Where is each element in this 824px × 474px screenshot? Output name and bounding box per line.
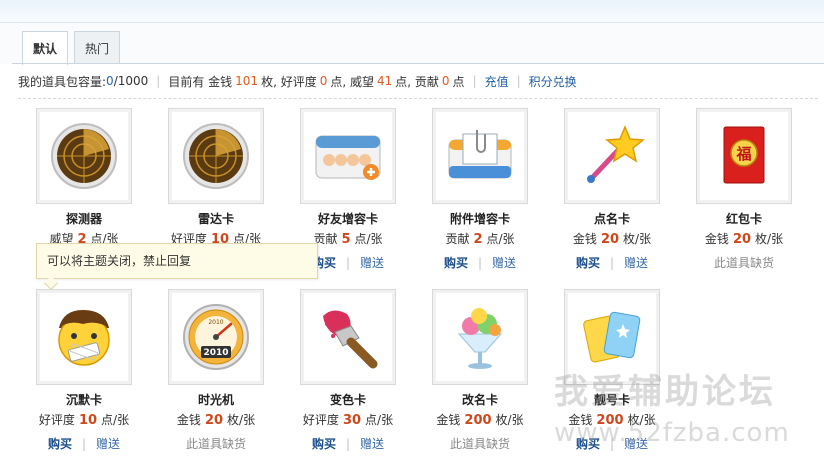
item-card: 变色卡 好评度 30 点/张 购买 | 赠送 — [284, 289, 404, 469]
item-price: 贡献 2 点/张 — [445, 232, 515, 247]
item-price: 好评度 30 点/张 — [302, 413, 394, 428]
item-card: 改名卡 金钱 200 枚/张 此道具缺货 — [416, 289, 536, 469]
dashed-divider — [18, 98, 818, 99]
gift-button[interactable]: 赠送 — [492, 254, 516, 271]
good-value: 0 — [319, 74, 328, 88]
tabs-area — [0, 22, 824, 64]
out-of-stock-label: 此道具缺货 — [449, 437, 510, 451]
item-name: 沉默卡 — [65, 393, 102, 407]
item-thumb[interactable] — [300, 108, 396, 204]
cards-icon — [583, 311, 641, 363]
red-envelope-icon: 福 — [723, 126, 765, 184]
separator: | — [472, 74, 477, 88]
time-gauge-icon: 2010 2010 — [183, 304, 249, 370]
info-bar: 我的道具包容量: 0 /1000 | 目前有 金钱 101 枚, 好评度 0 点… — [18, 72, 577, 90]
item-card: 靓号卡 金钱 200 枚/张 购买 | 赠送 — [548, 289, 668, 469]
friends-card-icon — [315, 135, 381, 180]
item-card: 点名卡 金钱 20 枚/张 购买 | 赠送 — [548, 108, 668, 288]
balance-prefix: 目前有 金钱 — [168, 74, 233, 89]
item-actions: 购买|赠送 — [443, 254, 517, 271]
item-name: 改名卡 — [461, 393, 498, 407]
bag-used: 0 — [106, 74, 114, 88]
tooltip: 可以将主题关闭，禁止回复 — [36, 243, 318, 279]
money-value: 101 — [235, 74, 259, 88]
item-name: 好友增容卡 — [317, 212, 378, 226]
radar-icon — [183, 123, 249, 189]
svg-text:2010: 2010 — [208, 319, 223, 326]
recharge-link[interactable]: 充值 — [485, 73, 509, 90]
out-of-stock-label: 此道具缺货 — [713, 256, 774, 270]
item-actions: 购买|赠送 — [311, 435, 385, 452]
svg-text:2010: 2010 — [203, 348, 228, 358]
silenced-face-icon — [58, 310, 110, 366]
item-price: 金钱 200 枚/张 — [436, 413, 524, 428]
item-actions: 购买|赠送 — [575, 254, 649, 271]
separator: | — [516, 74, 521, 88]
item-card: 附件增容卡 贡献 2 点/张 购买 | 赠送 — [416, 108, 536, 288]
balance-text-2: 点, 威望 — [330, 74, 374, 89]
points-exchange-link[interactable]: 积分兑换 — [529, 73, 577, 90]
item-thumb[interactable] — [36, 108, 132, 204]
item-thumb[interactable]: 福 — [696, 108, 792, 204]
item-name: 红包卡 — [725, 212, 762, 226]
separator: | — [156, 74, 161, 88]
ice-cream-icon — [457, 308, 503, 369]
item-thumb[interactable] — [432, 108, 528, 204]
buy-button[interactable]: 购买 — [576, 435, 600, 452]
item-card: 2010 2010 时光机 金钱 20 枚/张 此道具缺货 — [152, 289, 272, 469]
tab-popular[interactable]: 热门 — [74, 31, 120, 64]
gift-button[interactable]: 赠送 — [624, 435, 648, 452]
item-thumb[interactable] — [300, 289, 396, 385]
item-price: 金钱 200 枚/张 — [568, 413, 656, 428]
item-name: 时光机 — [197, 393, 234, 407]
item-price: 金钱 20 枚/张 — [176, 413, 256, 428]
gift-button[interactable]: 赠送 — [624, 254, 648, 271]
item-thumb[interactable]: 2010 2010 — [168, 289, 264, 385]
attachment-folder-icon — [448, 130, 512, 179]
item-actions: 此道具缺货 — [152, 435, 280, 452]
item-card: 福 红包卡 金钱 20 枚/张 此道具缺货 — [680, 108, 800, 288]
bag-capacity-label: 我的道具包容量: — [18, 74, 107, 89]
radar-icon — [51, 123, 117, 189]
bag-total: /1000 — [113, 74, 149, 88]
balance-text-3: 点, 贡献 — [395, 74, 439, 89]
buy-button[interactable]: 购买 — [444, 254, 468, 271]
item-thumb[interactable] — [564, 289, 660, 385]
item-thumb[interactable] — [432, 289, 528, 385]
item-card: 沉默卡 好评度 10 点/张 购买 | 赠送 — [20, 289, 140, 469]
item-price: 金钱 20 枚/张 — [572, 232, 652, 247]
item-actions: 此道具缺货 — [416, 435, 544, 452]
gift-button[interactable]: 赠送 — [360, 435, 384, 452]
item-thumb[interactable] — [564, 108, 660, 204]
item-name: 靓号卡 — [593, 393, 630, 407]
top-band — [0, 0, 824, 22]
item-name: 点名卡 — [593, 212, 630, 226]
item-name: 附件增容卡 — [449, 212, 510, 226]
gongxian-value: 0 — [441, 74, 450, 88]
gift-button[interactable]: 赠送 — [96, 435, 120, 452]
star-wand-icon — [587, 125, 645, 183]
tab-default[interactable]: 默认 — [22, 31, 68, 65]
gift-button[interactable]: 赠送 — [360, 254, 384, 271]
buy-button[interactable]: 购买 — [48, 435, 72, 452]
item-thumb[interactable] — [168, 108, 264, 204]
item-price: 好评度 10 点/张 — [38, 413, 130, 428]
item-name: 变色卡 — [329, 393, 366, 407]
balance-text-1: 枚, 好评度 — [261, 74, 317, 89]
item-actions: 购买|赠送 — [575, 435, 649, 452]
weiwang-value: 41 — [376, 74, 393, 88]
buy-button[interactable]: 购买 — [576, 254, 600, 271]
balance-text-4: 点 — [452, 74, 465, 89]
item-name: 雷达卡 — [197, 212, 234, 226]
item-name: 探测器 — [65, 212, 102, 226]
item-actions: 购买|赠送 — [47, 435, 121, 452]
out-of-stock-label: 此道具缺货 — [185, 437, 246, 451]
item-actions: 此道具缺货 — [680, 254, 808, 271]
tabs-divider — [12, 63, 824, 64]
svg-text:福: 福 — [735, 145, 751, 163]
paintbrush-icon — [323, 310, 378, 369]
buy-button[interactable]: 购买 — [312, 435, 336, 452]
item-thumb[interactable] — [36, 289, 132, 385]
item-price: 金钱 20 枚/张 — [704, 232, 784, 247]
